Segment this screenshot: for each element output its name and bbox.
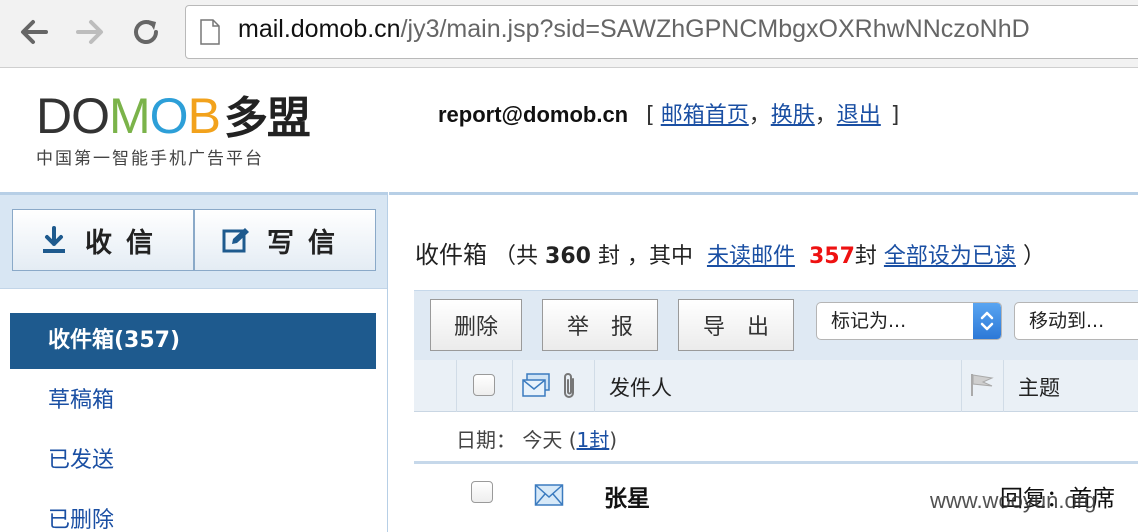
flag-icon — [971, 374, 994, 396]
receive-mail-label: 收信 — [85, 227, 167, 259]
date-group-row: 日期： 今天 (1封) — [414, 412, 1138, 464]
url-text: mail.domob.cn/jy3/main.jsp?sid=SAWZhGPNC… — [238, 15, 1030, 44]
separator: ， — [814, 103, 837, 128]
back-button[interactable] — [16, 14, 52, 50]
mark-all-read-link[interactable]: 全部设为已读 — [884, 244, 1016, 269]
mail-toolbar: 删除 举 报 导 出 标记为... 移动到... — [414, 290, 1138, 360]
logo-letter-m: M — [109, 88, 151, 144]
receive-mail-button[interactable]: 收信 — [12, 209, 194, 271]
main-panel: 收件箱 （共 360 封 ，其中 未读邮件 357封 全部设为已读 ） 删除 举… — [389, 192, 1138, 532]
mail-home-link[interactable]: 邮箱首页 — [661, 103, 749, 128]
download-icon — [43, 226, 65, 253]
url-host: mail.domob.cn — [238, 15, 401, 43]
row-checkbox[interactable] — [471, 481, 493, 503]
reload-icon — [134, 20, 158, 44]
date-group-open: ( — [568, 428, 577, 452]
date-group-text: 日期： 今天 (1封) — [456, 424, 617, 453]
unread-mail-icon — [534, 484, 564, 506]
unread-mail-link[interactable]: 未读邮件 — [707, 244, 795, 269]
back-arrow-icon — [21, 20, 48, 44]
folder-sent[interactable]: 已发送 — [10, 433, 376, 489]
close-paren: ） — [1022, 244, 1045, 269]
logo-slogan: 中国第一智能手机广告平台 — [36, 149, 264, 169]
updown-chevron-icon — [980, 311, 994, 331]
user-bar: report@domob.cn[邮箱首页，换肤，退出] — [438, 97, 905, 129]
export-button[interactable]: 导 出 — [678, 299, 794, 351]
unread-unit: 封 — [854, 244, 877, 269]
logo-letter-d: D — [36, 88, 72, 144]
page-icon — [200, 19, 220, 45]
compose-label: 写信 — [267, 227, 349, 259]
unread-count: 357 — [808, 244, 855, 269]
report-button[interactable]: 举 报 — [542, 299, 658, 351]
logo-letter-o2: O — [149, 88, 189, 144]
browser-toolbar: mail.domob.cn/jy3/main.jsp?sid=SAWZhGPNC… — [0, 0, 1138, 68]
inbox-title: 收件箱 — [415, 241, 487, 269]
mail-status-icon — [522, 373, 550, 397]
change-skin-link[interactable]: 换肤 — [771, 103, 815, 128]
reload-button[interactable] — [128, 14, 164, 50]
flag-header-cell[interactable] — [962, 360, 1004, 412]
select-all-checkbox[interactable] — [473, 374, 495, 396]
watermark: www.wooyun.org — [930, 488, 1097, 513]
row-sender: 张星 — [604, 486, 650, 512]
compose-button[interactable]: 写信 — [194, 209, 376, 271]
subject-header: 主题 — [1018, 376, 1060, 400]
user-email: report@domob.cn — [438, 102, 629, 127]
select-arrow — [973, 303, 1001, 339]
folder-drafts[interactable]: 草稿箱 — [10, 373, 376, 429]
select-all-cell — [457, 360, 513, 412]
sidebar-action-bar: 收信 写信 — [0, 195, 387, 289]
date-group-count-link[interactable]: 1封 — [577, 428, 610, 452]
mark-as-value: 标记为... — [831, 310, 907, 332]
separator: ， — [748, 103, 771, 128]
move-to-select[interactable]: 移动到... — [1014, 302, 1138, 340]
folder-deleted[interactable]: 已删除 — [10, 493, 376, 532]
folder-inbox[interactable]: 收件箱(357) — [10, 313, 376, 369]
delete-button[interactable]: 删除 — [430, 299, 522, 351]
logo-letter-o: O — [71, 88, 110, 144]
attachment-icon — [564, 373, 574, 398]
address-bar[interactable]: mail.domob.cn/jy3/main.jsp?sid=SAWZhGPNC… — [185, 5, 1138, 59]
logout-link[interactable]: 退出 — [837, 103, 881, 128]
logo-chinese-name: 多盟 — [223, 94, 311, 143]
status-header-cell — [513, 360, 595, 412]
domob-logo[interactable]: DOMOB多盟 中国第一智能手机广告平台 — [36, 90, 346, 170]
compose-icon — [222, 228, 249, 253]
subject-header-cell[interactable]: 主题 — [1004, 360, 1138, 412]
sidebar: 收信 写信 收件箱(357) 草稿箱 已发送 已删除 — [0, 192, 388, 532]
date-group-close: ) — [609, 428, 618, 452]
forward-button[interactable] — [72, 14, 108, 50]
logo-letter-b: B — [187, 88, 221, 144]
close-bracket: ] — [890, 103, 900, 128]
date-group-day: 今天 — [522, 428, 563, 452]
forward-arrow-icon — [76, 20, 103, 44]
move-to-value: 移动到... — [1029, 310, 1105, 332]
url-path: /jy3/main.jsp?sid=SAWZhGPNCMbgxOXRhwNNcz… — [400, 15, 1030, 43]
mark-as-select[interactable]: 标记为... — [816, 302, 1002, 340]
total-suffix: 封 ，其中 — [597, 244, 693, 269]
folder-list: 收件箱(357) 草稿箱 已发送 已删除 — [0, 289, 387, 532]
total-prefix: （共 — [494, 244, 539, 269]
logo-wordmark: DOMOB多盟 — [36, 88, 311, 145]
total-count: 360 — [545, 244, 591, 269]
sender-header-cell[interactable]: 发件人 — [595, 360, 962, 412]
sender-header: 发件人 — [609, 376, 672, 400]
header-spacer — [414, 360, 457, 412]
open-bracket: [ — [646, 103, 655, 128]
date-group-label: 日期： — [456, 428, 516, 452]
mail-table-header: 发件人 主题 — [414, 360, 1138, 412]
inbox-summary: 收件箱 （共 360 封 ，其中 未读邮件 357封 全部设为已读 ） — [415, 235, 1045, 270]
